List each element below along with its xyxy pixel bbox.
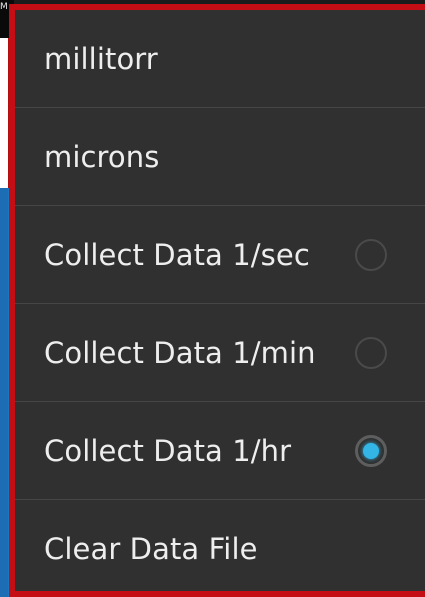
menu-item-label: Collect Data 1/hr bbox=[44, 433, 292, 468]
background-header-label: M bbox=[0, 2, 8, 12]
radio-selected-dot-icon bbox=[363, 442, 379, 459]
menu-item-collect-data-per-hr[interactable]: Collect Data 1/hr bbox=[15, 402, 425, 500]
radio-button-unchecked[interactable] bbox=[355, 336, 387, 369]
menu-item-label: Collect Data 1/sec bbox=[44, 237, 310, 272]
menu-item-collect-data-per-min[interactable]: Collect Data 1/min bbox=[15, 304, 425, 402]
background-panel-content bbox=[0, 38, 8, 188]
menu-item-collect-data-per-sec[interactable]: Collect Data 1/sec bbox=[15, 206, 425, 304]
radio-button-unchecked[interactable] bbox=[355, 238, 387, 271]
menu-item-label: microns bbox=[44, 139, 160, 174]
menu-item-label: millitorr bbox=[44, 41, 158, 76]
radio-button-checked[interactable] bbox=[355, 434, 387, 467]
options-popup-menu: millitorr microns Collect Data 1/sec Col… bbox=[9, 4, 425, 597]
menu-item-clear-data-file[interactable]: Clear Data File bbox=[15, 500, 425, 591]
menu-item-microns[interactable]: microns bbox=[15, 108, 425, 206]
menu-item-label: Collect Data 1/min bbox=[44, 335, 316, 370]
menu-item-millitorr[interactable]: millitorr bbox=[15, 10, 425, 108]
screen: M millitorr microns Collect Data 1/sec C… bbox=[0, 0, 425, 597]
menu-item-label: Clear Data File bbox=[44, 532, 258, 566]
background-blue-panel-content bbox=[0, 188, 8, 597]
